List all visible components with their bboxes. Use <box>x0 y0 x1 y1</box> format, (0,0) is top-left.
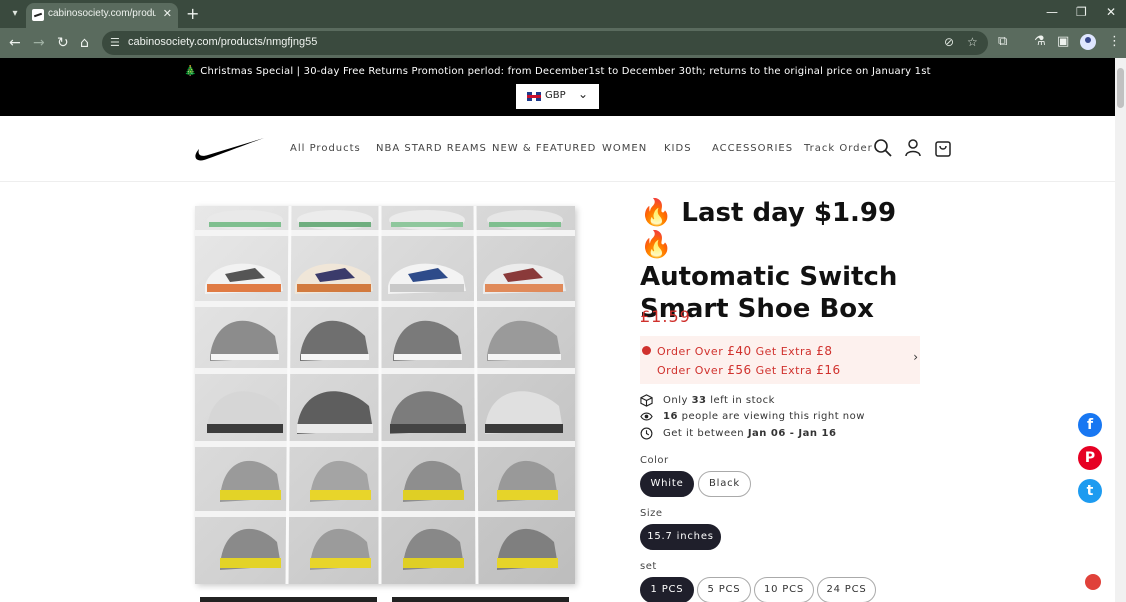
cart-icon[interactable] <box>933 138 953 158</box>
browser-toolbar: ← → ↻ ⌂ ☰ cabinosociety.com/products/nmg… <box>0 28 1126 58</box>
promo-text: 🎄 Christmas Special | 30-day Free Return… <box>184 66 931 77</box>
product-title: 🔥 Last day $1.99 🔥 Automatic Switch Smar… <box>640 197 900 325</box>
minimize-icon[interactable]: — <box>1046 5 1058 19</box>
account-icon[interactable] <box>903 138 923 158</box>
discount-badge-icon <box>642 346 651 355</box>
new-tab-button[interactable]: + <box>186 4 199 23</box>
set-label: set <box>640 561 657 572</box>
size-label: Size <box>640 508 663 519</box>
extensions-icon[interactable]: ⧉ <box>998 34 1007 49</box>
chevron-right-icon[interactable]: › <box>913 350 918 364</box>
site-info-icon[interactable]: ☰ <box>110 36 120 49</box>
close-tab-icon[interactable]: ✕ <box>163 7 172 20</box>
thumbnail-2[interactable] <box>392 597 569 602</box>
nav-women[interactable]: WOMEN <box>602 143 647 154</box>
size-option-15-7-inches[interactable]: 15.7 inches <box>640 524 721 550</box>
eye-off-icon[interactable]: ⊘ <box>944 35 954 49</box>
color-label: Color <box>640 455 669 466</box>
back-icon[interactable]: ← <box>9 35 21 51</box>
close-window-icon[interactable]: ✕ <box>1106 5 1116 19</box>
thumbnail-1[interactable] <box>200 597 377 602</box>
nav-nba-stard-reams[interactable]: NBA STARD REAMS <box>376 143 487 154</box>
page-scrollbar[interactable] <box>1115 58 1126 602</box>
bookmark-star-icon[interactable]: ☆ <box>967 35 978 49</box>
favicon-icon <box>32 9 44 21</box>
browser-tab-bar: ▾ cabinosociety.com/products/nm ✕ + — ❐ … <box>0 0 1126 28</box>
lab-icon[interactable]: ⚗ <box>1034 34 1046 49</box>
offer-line-2: Order Over £56 Get Extra £16 <box>657 363 841 377</box>
nav-track-order[interactable]: Track Order <box>804 143 873 154</box>
color-option-black[interactable]: Black <box>698 471 751 497</box>
title-line-2: Automatic Switch <box>640 262 898 292</box>
product-price: £1.59 <box>640 307 691 326</box>
uk-flag-icon <box>527 92 541 101</box>
reload-icon[interactable]: ↻ <box>57 35 69 51</box>
offer-banner[interactable]: Order Over £40 Get Extra £8 Order Over £… <box>640 336 920 384</box>
eye-icon <box>640 412 653 421</box>
set-option-10-pcs[interactable]: 10 PCS <box>754 577 814 602</box>
nav-accessories[interactable]: ACCESSORIES <box>712 143 793 154</box>
facebook-share-icon[interactable]: f <box>1078 413 1102 437</box>
search-icon[interactable] <box>873 138 893 158</box>
url-text[interactable]: cabinosociety.com/products/nmgfjng55 <box>128 36 317 48</box>
twitter-share-icon[interactable]: t <box>1078 479 1102 503</box>
restore-icon[interactable]: ❐ <box>1076 5 1087 19</box>
shoe-box-photo <box>195 206 575 584</box>
home-icon[interactable]: ⌂ <box>80 35 89 51</box>
chevron-down-icon: ⌄ <box>578 87 589 101</box>
browser-tab[interactable]: cabinosociety.com/products/nm ✕ <box>26 3 178 28</box>
set-option-1-pcs[interactable]: 1 PCS <box>640 577 694 602</box>
promo-banner: 🎄 Christmas Special | 30-day Free Return… <box>0 58 1115 116</box>
address-bar[interactable]: ☰ cabinosociety.com/products/nmgfjng55 ⊘… <box>102 31 988 55</box>
tab-search-icon[interactable]: ▾ <box>6 5 24 23</box>
tab-title: cabinosociety.com/products/nm <box>48 8 156 19</box>
side-panel-icon[interactable]: ▣ <box>1057 34 1069 49</box>
nav-kids[interactable]: KIDS <box>664 143 692 154</box>
forward-icon[interactable]: → <box>33 35 45 51</box>
scrollbar-thumb[interactable] <box>1117 68 1124 108</box>
site-header: All Products NBA STARD REAMS NEW & FEATU… <box>0 116 1115 182</box>
product-image[interactable] <box>195 206 575 584</box>
color-option-white[interactable]: White <box>640 471 694 497</box>
nav-all-products[interactable]: All Products <box>290 143 361 154</box>
profile-avatar[interactable] <box>1080 34 1096 50</box>
title-line-1: 🔥 Last day $1.99 🔥 <box>640 198 897 260</box>
set-option-5-pcs[interactable]: 5 PCS <box>697 577 751 602</box>
package-icon <box>640 394 653 407</box>
pinterest-share-icon[interactable]: P <box>1078 446 1102 470</box>
currency-selector[interactable]: GBP ⌄ <box>516 84 599 109</box>
clock-icon <box>640 427 653 440</box>
brand-swoosh-logo[interactable] <box>194 136 266 162</box>
menu-kebab-icon[interactable]: ⋮ <box>1108 34 1121 49</box>
nav-new-featured[interactable]: NEW & FEATURED <box>492 143 596 154</box>
currency-label: GBP <box>545 90 566 101</box>
offer-line-1: Order Over £40 Get Extra £8 <box>657 344 833 358</box>
set-option-24-pcs[interactable]: 24 PCS <box>817 577 876 602</box>
floating-gift-icon[interactable] <box>1085 574 1101 590</box>
